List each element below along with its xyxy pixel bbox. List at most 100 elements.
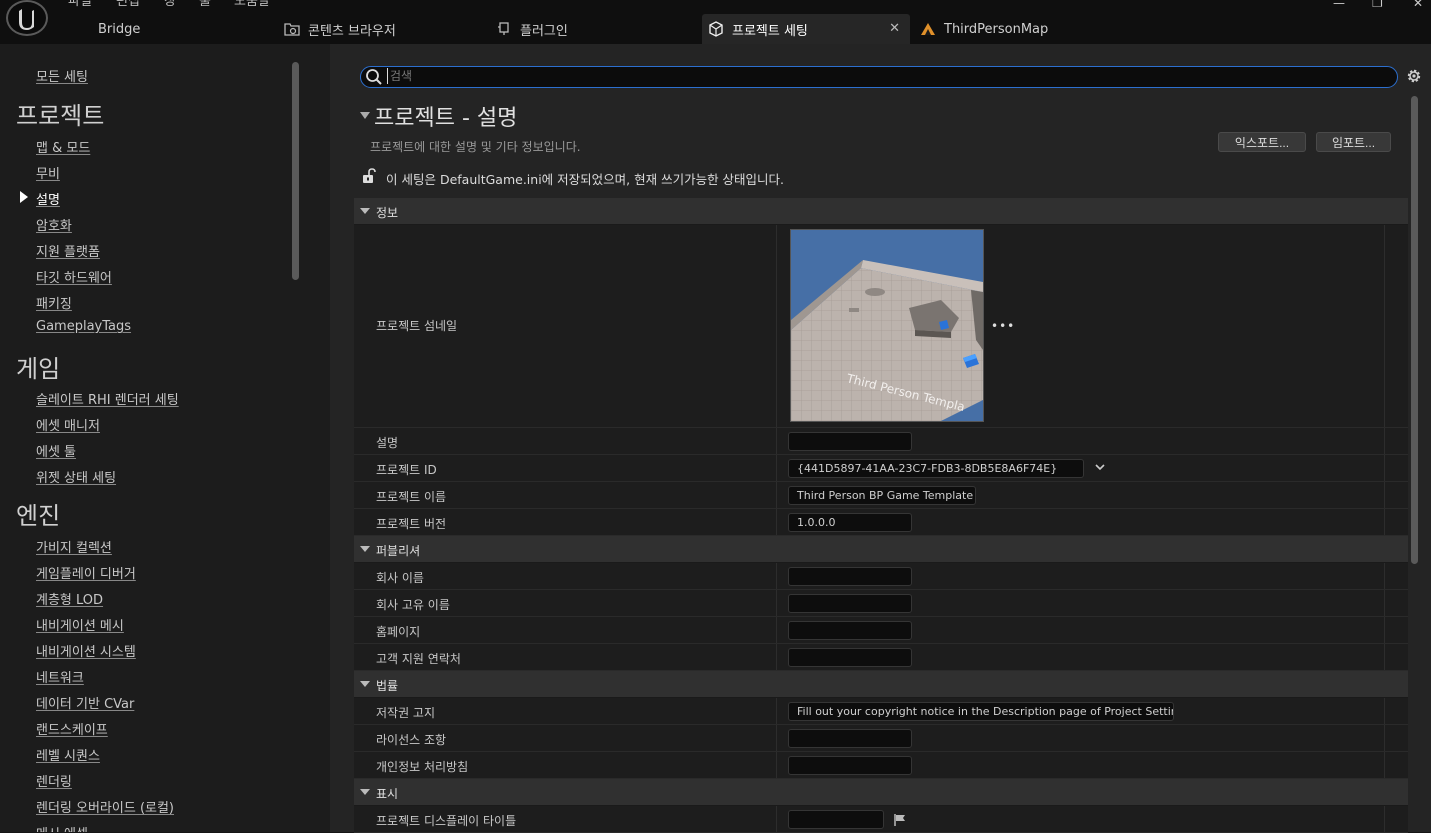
- category-label: 법률: [376, 679, 399, 693]
- main-scrollbar[interactable]: [1411, 96, 1418, 564]
- sidebar-item-network[interactable]: 네트워크: [36, 667, 84, 686]
- column-divider: [1384, 509, 1385, 535]
- licensing-field[interactable]: [788, 729, 912, 748]
- collapse-arrow-icon[interactable]: [360, 681, 370, 687]
- gear-icon[interactable]: [1405, 67, 1423, 88]
- sidebar-item-level-sequence[interactable]: 레벨 시퀀스: [36, 745, 100, 764]
- tab-label: Bridge: [98, 21, 141, 37]
- collapse-arrow-icon[interactable]: [360, 546, 370, 552]
- property-label: 고객 지원 연락처: [376, 652, 461, 666]
- tab-label: 플러그인: [520, 23, 568, 39]
- project-settings-icon: [708, 21, 724, 37]
- collapse-arrow-icon[interactable]: [360, 789, 370, 795]
- tab-project-settings[interactable]: 프로젝트 세팅 ✕: [702, 14, 910, 44]
- category-publisher[interactable]: 퍼블리셔: [354, 536, 1408, 563]
- sidebar-item-nav-mesh[interactable]: 내비게이션 메시: [36, 615, 124, 634]
- menu-file[interactable]: 파일: [68, 0, 92, 9]
- export-button[interactable]: 익스포트...: [1218, 132, 1306, 152]
- sidebar-item-landscape[interactable]: 랜드스케이프: [36, 719, 108, 738]
- category-label: 표시: [376, 787, 399, 801]
- column-divider: [776, 644, 777, 670]
- sidebar-item-target-hardware[interactable]: 타깃 하드웨어: [36, 267, 112, 286]
- sidebar-item-widget-state[interactable]: 위젯 상태 세팅: [36, 467, 116, 486]
- homepage-field[interactable]: [788, 621, 912, 640]
- company-distinguished-name-field[interactable]: [788, 594, 912, 613]
- support-contact-field[interactable]: [788, 648, 912, 667]
- tab-plugins[interactable]: 플러그인: [496, 14, 696, 44]
- sidebar-item-rendering-override[interactable]: 렌더링 오버라이드 (로컬): [36, 797, 174, 816]
- sidebar-item-hlod[interactable]: 계층형 LOD: [36, 589, 103, 608]
- property-row-company-name: 회사 이름: [354, 563, 1408, 590]
- property-label: 회사 고유 이름: [376, 598, 450, 612]
- search-input[interactable]: [387, 68, 1290, 84]
- tab-third-person-map[interactable]: ThirdPersonMap: [920, 14, 1120, 44]
- sidebar-item-gameplay-debugger[interactable]: 게임플레이 디버거: [36, 563, 136, 582]
- collapse-arrow-icon[interactable]: [360, 208, 370, 214]
- property-row-copyright: 저작권 고지 Fill out your copyright notice in…: [354, 698, 1408, 725]
- sidebar-item-maps-modes[interactable]: 맵 & 모드: [36, 137, 90, 156]
- maximize-icon[interactable]: ❐: [1372, 0, 1383, 10]
- column-divider: [776, 752, 777, 778]
- sidebar-item-all-settings[interactable]: 모든 세팅: [36, 66, 88, 85]
- more-options-icon[interactable]: •••: [991, 319, 1015, 333]
- sidebar-item-mesh-asset[interactable]: 메시 에셋: [36, 823, 88, 832]
- close-tab-icon[interactable]: ✕: [889, 21, 900, 36]
- column-divider: [776, 428, 777, 454]
- menu-edit[interactable]: 편집: [116, 0, 140, 9]
- sidebar-item-encryption[interactable]: 암호화: [36, 215, 72, 234]
- project-version-field[interactable]: 1.0.0.0: [788, 513, 912, 532]
- tab-content-browser[interactable]: 콘텐츠 브라우저: [284, 14, 484, 44]
- column-divider: [776, 509, 777, 535]
- sidebar-item-rendering[interactable]: 렌더링: [36, 771, 72, 790]
- sidebar-item-slate-rhi[interactable]: 슬레이트 RHI 렌더러 세팅: [36, 389, 179, 408]
- title-bar: 파일 편집 창 툴 도움말 — ❐ ✕ Bridge 콘텐츠 브라우저 플러그인…: [0, 0, 1431, 44]
- collapse-arrow-icon[interactable]: [360, 112, 370, 119]
- sidebar-item-garbage-collection[interactable]: 가비지 컬렉션: [36, 537, 112, 556]
- sidebar-item-gameplay-tags[interactable]: GameplayTags: [36, 319, 131, 334]
- project-thumbnail-image[interactable]: Third Person Templa: [790, 229, 984, 422]
- column-divider: [1384, 428, 1385, 454]
- sidebar-item-packaging[interactable]: 패키징: [36, 293, 72, 312]
- import-button[interactable]: 임포트...: [1316, 132, 1391, 152]
- sidebar-item-nav-system[interactable]: 내비게이션 시스템: [36, 641, 136, 660]
- search-bar[interactable]: [360, 66, 1398, 88]
- minimize-icon[interactable]: —: [1333, 0, 1345, 10]
- menu-tools[interactable]: 툴: [199, 0, 211, 9]
- company-name-field[interactable]: [788, 567, 912, 586]
- chevron-down-icon[interactable]: [1094, 461, 1106, 476]
- unreal-logo-icon[interactable]: [6, 0, 48, 36]
- sidebar-item-description[interactable]: 설명: [36, 189, 60, 208]
- property-row-licensing: 라이선스 조항: [354, 725, 1408, 752]
- description-field[interactable]: [788, 432, 912, 451]
- localization-flag-icon[interactable]: [893, 813, 907, 830]
- sidebar-scrollbar[interactable]: [292, 62, 299, 280]
- sidebar-item-data-cvar[interactable]: 데이터 기반 CVar: [36, 693, 134, 712]
- category-info[interactable]: 정보: [354, 198, 1408, 225]
- unlock-icon: [362, 168, 376, 187]
- category-display[interactable]: 표시: [354, 779, 1408, 806]
- project-id-field[interactable]: {441D5897-41AA-23C7-FDB3-8DB5E8A6F74E}: [788, 459, 1084, 478]
- project-name-field[interactable]: Third Person BP Game Template: [788, 486, 976, 505]
- settings-panel: 프로젝트 - 설명 프로젝트에 대한 설명 및 기타 정보입니다. 익스포트..…: [330, 44, 1431, 833]
- column-divider: [1384, 806, 1385, 832]
- column-divider: [1384, 455, 1385, 481]
- category-legal[interactable]: 법률: [354, 671, 1408, 698]
- sidebar-item-movies[interactable]: 무비: [36, 163, 60, 182]
- menu-window[interactable]: 창: [164, 0, 176, 9]
- tab-bridge[interactable]: Bridge: [86, 14, 266, 44]
- copyright-field[interactable]: Fill out your copyright notice in the De…: [788, 702, 1174, 721]
- sidebar-item-asset-tools[interactable]: 에셋 툴: [36, 441, 76, 460]
- menu-help[interactable]: 도움말: [234, 0, 270, 9]
- column-divider: [776, 806, 777, 832]
- column-divider: [1384, 698, 1385, 724]
- sidebar-category-engine: 엔진: [16, 502, 61, 530]
- property-label: 홈페이지: [376, 625, 421, 639]
- privacy-policy-field[interactable]: [788, 756, 912, 775]
- close-window-icon[interactable]: ✕: [1413, 0, 1423, 10]
- property-label: 개인정보 처리방침: [376, 760, 469, 774]
- column-divider: [776, 455, 777, 481]
- display-title-field[interactable]: [788, 810, 884, 829]
- sidebar-item-asset-manager[interactable]: 에셋 매니저: [36, 415, 100, 434]
- column-divider: [776, 590, 777, 616]
- sidebar-item-supported-platforms[interactable]: 지원 플랫폼: [36, 241, 100, 260]
